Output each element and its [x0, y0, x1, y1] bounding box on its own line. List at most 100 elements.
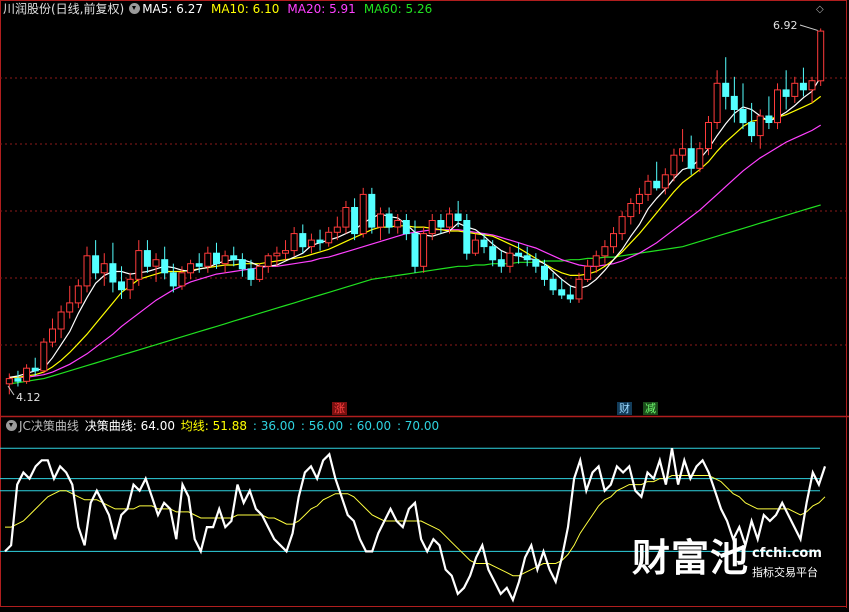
candle-body [23, 367, 31, 382]
candle-body [290, 233, 298, 252]
candle-body [799, 82, 807, 91]
indicator-levels: : 36.00 : 56.00 : 60.00 : 70.00 [253, 419, 441, 433]
candle-body [394, 220, 402, 228]
candle-body [109, 263, 117, 283]
candle-body [31, 367, 39, 372]
candle-body [817, 30, 825, 82]
candle-body [618, 216, 626, 235]
candle-body [791, 82, 799, 97]
candle-body [385, 213, 393, 228]
candle-body [402, 220, 410, 235]
watermark-site: cfchi.com [752, 546, 822, 561]
candle-body [523, 255, 531, 261]
candle-body [670, 154, 678, 176]
candle-body [49, 328, 56, 343]
candle-body [506, 252, 514, 267]
ma-legend-item: MA20: 5.91 [287, 2, 356, 16]
candle-body [558, 289, 566, 296]
candle-body [178, 272, 186, 287]
candle-body [463, 220, 471, 254]
candle-body [774, 89, 781, 124]
candle-body [592, 255, 600, 267]
indicator-level-label: : 56.00 [300, 419, 347, 433]
candle-body [566, 294, 574, 300]
candle-body [74, 285, 82, 304]
candle-body [325, 231, 333, 244]
candle-body [359, 193, 367, 235]
candle-body [221, 255, 229, 265]
candle-body [152, 259, 160, 267]
candle-body [230, 255, 238, 261]
stock-title: 川润股份(日线,前复权) [3, 2, 125, 16]
indicator-level-label: : 60.00 [348, 419, 395, 433]
candle-body [437, 220, 445, 228]
event-badge[interactable]: 财 [617, 402, 632, 415]
candle-body [739, 109, 747, 124]
candle-body [541, 265, 548, 280]
candle-body [126, 278, 134, 291]
candle-body [14, 378, 22, 382]
candle-body [497, 259, 505, 267]
chart-canvas [0, 0, 849, 608]
candle-body [40, 341, 48, 372]
candle-body [471, 239, 479, 254]
candle-body [610, 233, 617, 248]
high-pointer-line [799, 24, 818, 31]
candle-body [765, 115, 773, 123]
candle-body [238, 259, 246, 270]
kline-chart[interactable]: 川润股份(日线,前复权) MA5: 6.27 MA10: 6.10 MA20: 5.9… [0, 0, 849, 608]
candle-body [247, 268, 255, 280]
event-badge[interactable]: 涨 [332, 402, 347, 415]
price-high-label: 6.92 [773, 19, 798, 32]
candle-body [316, 239, 324, 244]
candle-body [351, 207, 359, 235]
candle-body [532, 259, 540, 267]
candle-body [92, 255, 100, 274]
candle-body [446, 213, 453, 228]
candle-body [601, 246, 609, 257]
candle-body [454, 213, 462, 221]
candle-body [515, 252, 523, 257]
candle-body [143, 250, 151, 267]
candle-body [584, 265, 592, 280]
candle-body [489, 246, 497, 261]
price-panel-header: 川润股份(日线,前复权) MA5: 6.27 MA10: 6.10 MA20: 5.9… [3, 2, 442, 16]
indicator-main-label: 决策曲线: 64.00 [84, 419, 175, 433]
dropdown-chevron-icon[interactable] [129, 3, 141, 14]
indicator-dropdown-chevron-icon[interactable] [6, 420, 17, 431]
event-badge[interactable]: 减 [643, 402, 658, 415]
candle-body [575, 278, 583, 300]
candle-body [66, 302, 74, 313]
candle-body [748, 122, 756, 137]
candle-body [256, 265, 264, 280]
candle-body [644, 180, 652, 195]
candle-body [808, 80, 816, 91]
candle-body [282, 250, 289, 254]
candle-body [299, 233, 307, 248]
candle-body [635, 193, 643, 204]
candle-body [480, 239, 488, 248]
candle-body [730, 95, 738, 111]
candle-body [696, 148, 704, 169]
watermark-tagline: 指标交易平台 [752, 566, 818, 579]
candle-body [549, 278, 557, 291]
candle-body [627, 203, 635, 218]
panel-menu-diamond-icon[interactable]: ◇ [816, 3, 824, 17]
indicator-level-label: : 70.00 [396, 419, 440, 433]
candle-body [307, 239, 315, 248]
indicator-panel-header: JC决策曲线 决策曲线: 64.00 均线: 51.88 : 36.00 : 5… [3, 419, 443, 433]
indicator-avg-label: 均线: 51.88 [180, 419, 248, 433]
candle-body [118, 281, 125, 291]
candle-body [377, 213, 384, 228]
candle-body [661, 174, 669, 189]
candle-body [722, 82, 730, 97]
candle-body [713, 82, 721, 124]
candle-body [342, 207, 350, 228]
candle-body [411, 233, 419, 267]
indicator-level-label: : 36.00 [252, 419, 299, 433]
candle-body [687, 148, 695, 169]
candle-body [135, 250, 143, 280]
candle-body [264, 255, 272, 267]
candle-body [428, 220, 436, 235]
candle-body [782, 89, 790, 97]
